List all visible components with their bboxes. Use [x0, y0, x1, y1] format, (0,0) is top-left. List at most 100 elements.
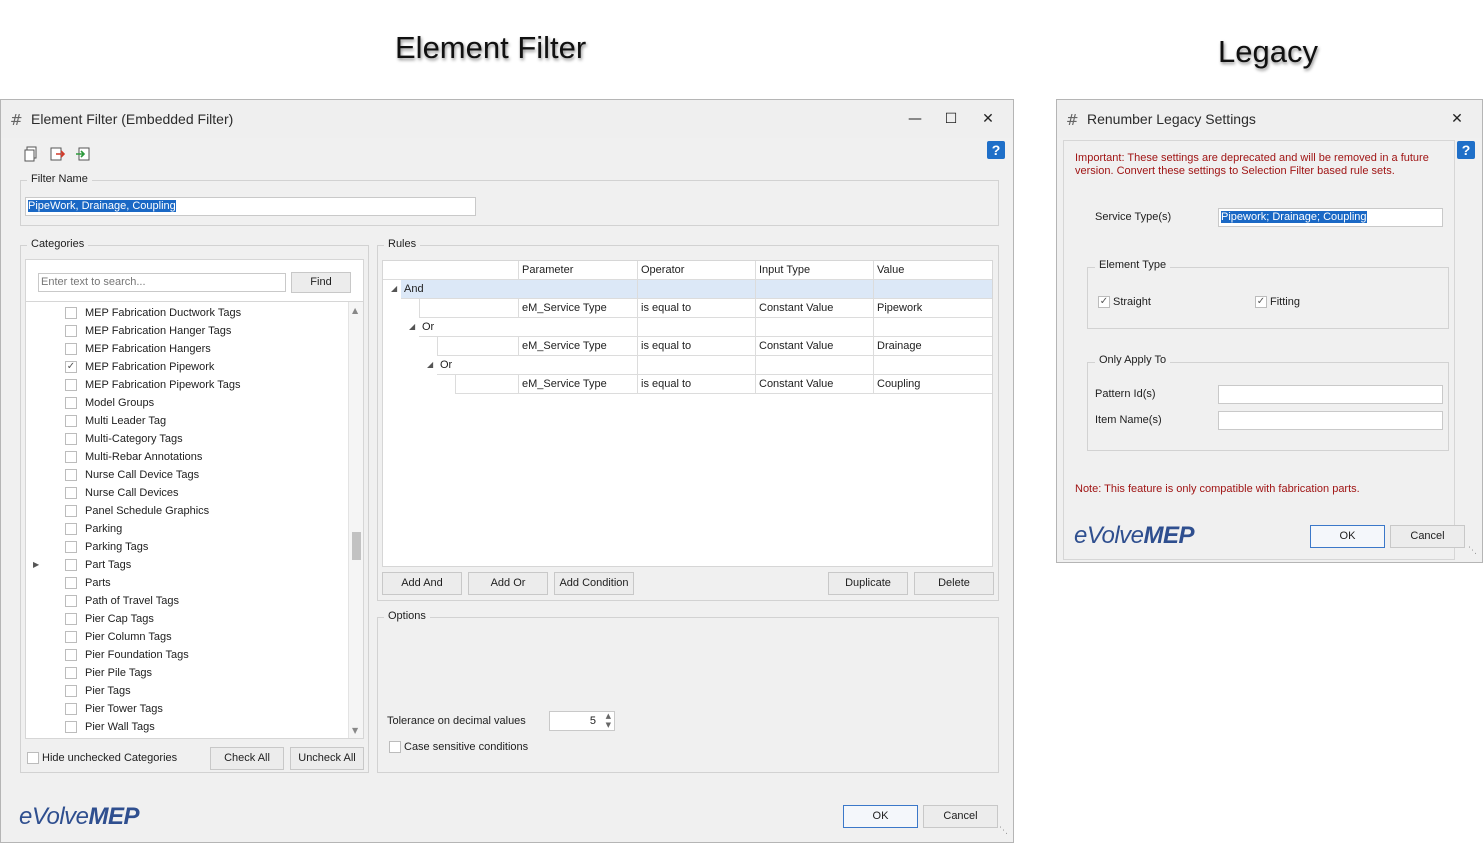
- list-item[interactable]: Pier Cap Tags: [26, 611, 346, 629]
- list-item[interactable]: Pier Column Tags: [26, 629, 346, 647]
- category-checkbox[interactable]: [65, 397, 77, 409]
- category-checkbox[interactable]: [65, 343, 77, 355]
- category-checkbox[interactable]: [65, 559, 77, 571]
- export-filter-icon[interactable]: [49, 146, 65, 162]
- category-checkbox[interactable]: [65, 631, 77, 643]
- legacy-cancel-button[interactable]: Cancel: [1390, 525, 1465, 548]
- category-checkbox[interactable]: [65, 523, 77, 535]
- maximize-icon[interactable]: ☐: [941, 109, 961, 129]
- collapse-arrow-icon[interactable]: ◢: [427, 360, 433, 369]
- list-item[interactable]: Pier Tower Tags: [26, 701, 346, 719]
- category-checkbox[interactable]: [65, 469, 77, 481]
- category-checkbox[interactable]: ✓: [65, 361, 77, 373]
- rule-indent-cell[interactable]: [455, 375, 519, 394]
- import-filter-icon[interactable]: [75, 146, 91, 162]
- categories-search-input[interactable]: Enter text to search...: [38, 273, 286, 292]
- category-checkbox[interactable]: [65, 595, 77, 607]
- category-checkbox[interactable]: [65, 721, 77, 733]
- list-item[interactable]: Nurse Call Device Tags: [26, 467, 346, 485]
- help-icon[interactable]: ?: [1457, 141, 1475, 159]
- minimize-icon[interactable]: —: [905, 109, 925, 129]
- rule-parameter-cell[interactable]: eM_Service Type: [519, 375, 638, 394]
- list-item[interactable]: MEP Fabrication Ductwork Tags: [26, 305, 346, 323]
- category-checkbox[interactable]: [65, 379, 77, 391]
- rule-operator-cell[interactable]: is equal to: [638, 299, 756, 318]
- rule-value-cell[interactable]: Drainage: [874, 337, 992, 356]
- list-item[interactable]: Multi Leader Tag: [26, 413, 346, 431]
- add-condition-button[interactable]: Add Condition: [554, 572, 634, 595]
- stepper-up-icon[interactable]: ▲: [606, 712, 611, 720]
- tolerance-stepper[interactable]: 5 ▲ ▼: [549, 711, 615, 731]
- category-checkbox[interactable]: [65, 433, 77, 445]
- rule-cell[interactable]: [756, 356, 874, 375]
- rule-input-type-cell[interactable]: Constant Value: [756, 337, 874, 356]
- list-item[interactable]: Pier Foundation Tags: [26, 647, 346, 665]
- list-item[interactable]: MEP Fabrication Hangers: [26, 341, 346, 359]
- list-item[interactable]: Parking Tags: [26, 539, 346, 557]
- rule-cell[interactable]: [638, 356, 756, 375]
- list-item[interactable]: Part Tags: [26, 557, 346, 575]
- scroll-down-icon[interactable]: ▼: [352, 726, 358, 735]
- legacy-ok-button[interactable]: OK: [1310, 525, 1385, 548]
- list-item[interactable]: Pier Wall Tags: [26, 719, 346, 737]
- category-checkbox[interactable]: [65, 505, 77, 517]
- list-item[interactable]: MEP Fabrication Hanger Tags: [26, 323, 346, 341]
- rule-cell[interactable]: [519, 280, 638, 299]
- uncheck-all-button[interactable]: Uncheck All: [290, 747, 364, 770]
- rule-cell[interactable]: [874, 356, 992, 375]
- collapse-arrow-icon[interactable]: ◢: [391, 284, 397, 293]
- rule-input-type-cell[interactable]: Constant Value: [756, 299, 874, 318]
- rule-cell[interactable]: [519, 356, 638, 375]
- rule-cell[interactable]: [638, 280, 756, 299]
- add-and-button[interactable]: Add And: [382, 572, 462, 595]
- hide-unchecked-checkbox[interactable]: [27, 752, 39, 764]
- rule-input-type-cell[interactable]: Constant Value: [756, 375, 874, 394]
- collapse-arrow-icon[interactable]: ◢: [409, 322, 415, 331]
- category-checkbox[interactable]: [65, 577, 77, 589]
- list-item[interactable]: ✓ MEP Fabrication Pipework: [26, 359, 346, 377]
- rule-operator-cell[interactable]: is equal to: [638, 337, 756, 356]
- list-item[interactable]: MEP Fabrication Pipework Tags: [26, 377, 346, 395]
- category-checkbox[interactable]: [65, 703, 77, 715]
- list-item[interactable]: Path of Travel Tags: [26, 593, 346, 611]
- categories-scrollbar[interactable]: ▲ ▼: [348, 302, 363, 738]
- category-checkbox[interactable]: [65, 451, 77, 463]
- list-item[interactable]: Parking: [26, 521, 346, 539]
- rule-cell[interactable]: [638, 318, 756, 337]
- category-checkbox[interactable]: [65, 487, 77, 499]
- fitting-checkbox[interactable]: ✓: [1255, 296, 1267, 308]
- list-item[interactable]: Model Groups: [26, 395, 346, 413]
- category-checkbox[interactable]: [65, 613, 77, 625]
- add-or-button[interactable]: Add Or: [468, 572, 548, 595]
- rules-column-header[interactable]: Operator: [638, 261, 756, 280]
- pattern-ids-input[interactable]: [1218, 385, 1443, 404]
- list-item[interactable]: Pier Pile Tags: [26, 665, 346, 683]
- rules-column-header[interactable]: Value: [874, 261, 992, 280]
- duplicate-button[interactable]: Duplicate: [828, 572, 908, 595]
- list-item[interactable]: Parts: [26, 575, 346, 593]
- ok-button[interactable]: OK: [843, 805, 918, 828]
- resize-grip-icon[interactable]: ⋱: [1468, 546, 1477, 556]
- list-item[interactable]: Nurse Call Devices: [26, 485, 346, 503]
- rule-cell[interactable]: [874, 280, 992, 299]
- category-checkbox[interactable]: [65, 541, 77, 553]
- categories-list[interactable]: ▲ ▼ ▶ MEP Fabrication Ductwork Tags MEP F…: [25, 301, 364, 739]
- stepper-down-icon[interactable]: ▼: [606, 721, 611, 729]
- filter-name-input[interactable]: PipeWork, Drainage, Coupling: [25, 197, 476, 216]
- rule-cell[interactable]: [756, 280, 874, 299]
- category-checkbox[interactable]: [65, 325, 77, 337]
- close-icon[interactable]: ✕: [1447, 109, 1467, 129]
- rules-column-header[interactable]: Parameter: [519, 261, 638, 280]
- rule-cell[interactable]: [756, 318, 874, 337]
- category-checkbox[interactable]: [65, 415, 77, 427]
- straight-checkbox[interactable]: ✓: [1098, 296, 1110, 308]
- rules-column-header[interactable]: Input Type: [756, 261, 874, 280]
- list-item[interactable]: Multi-Rebar Annotations: [26, 449, 346, 467]
- scroll-up-icon[interactable]: ▲: [352, 306, 358, 315]
- new-filter-icon[interactable]: [23, 146, 39, 162]
- help-icon[interactable]: ?: [987, 141, 1005, 159]
- category-checkbox[interactable]: [65, 667, 77, 679]
- scroll-thumb[interactable]: [352, 532, 361, 560]
- delete-button[interactable]: Delete: [914, 572, 994, 595]
- rule-indent-cell[interactable]: [437, 337, 519, 356]
